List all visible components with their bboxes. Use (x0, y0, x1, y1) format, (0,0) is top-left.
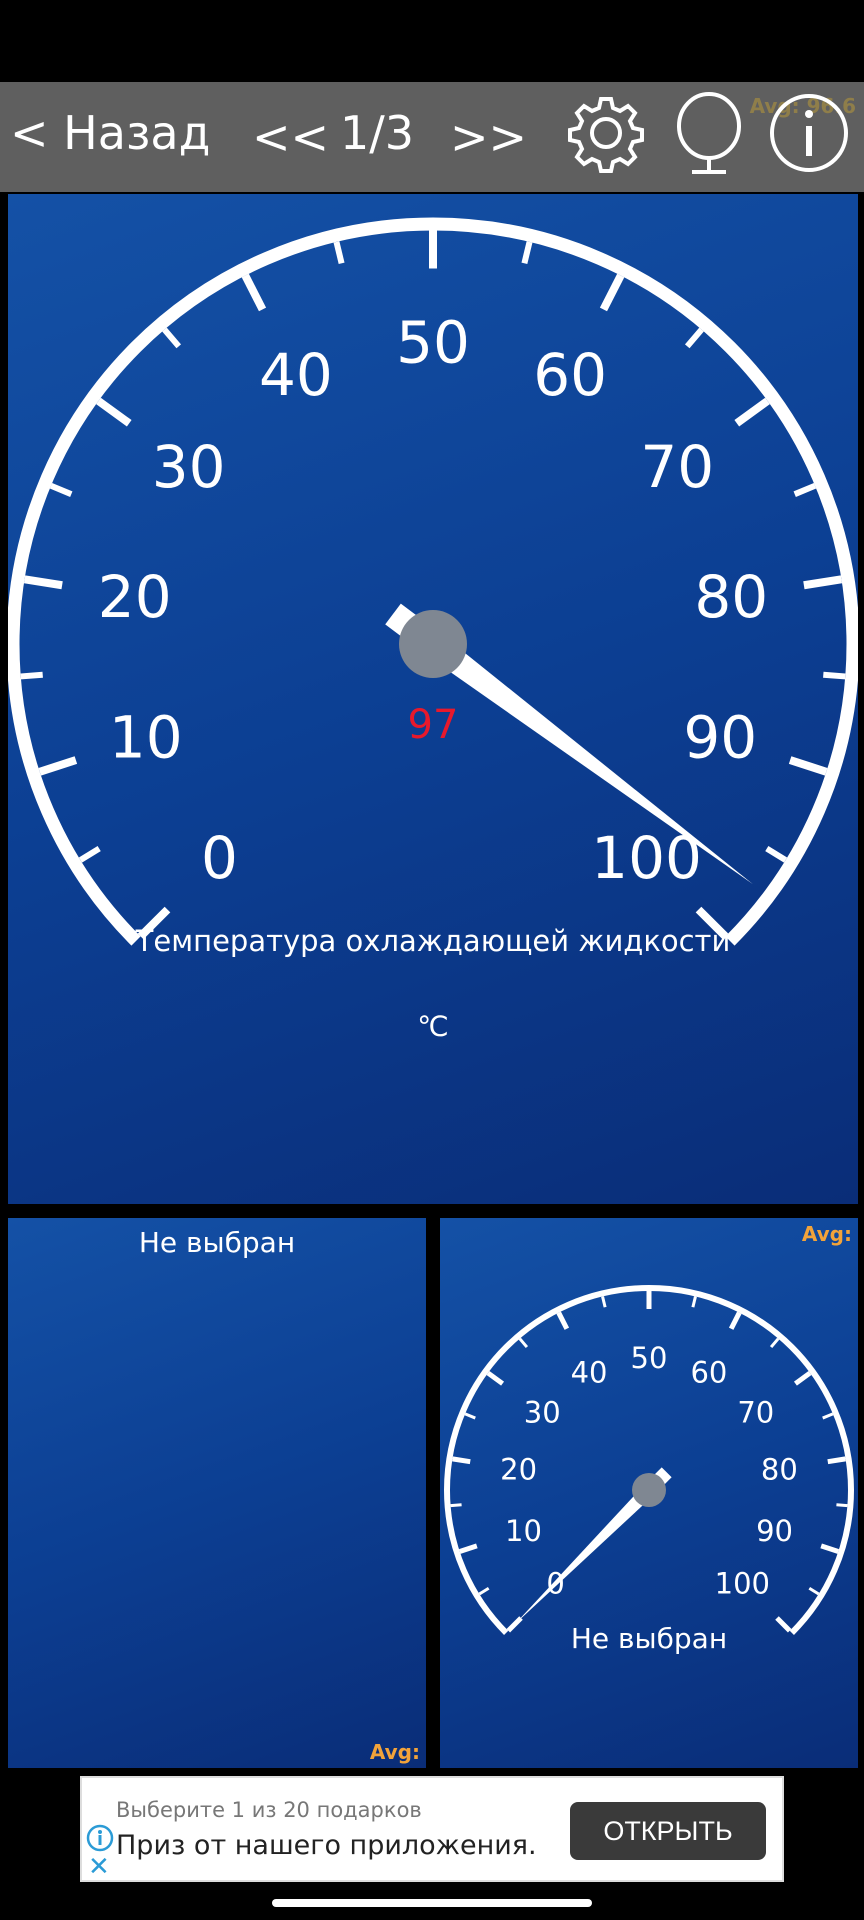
gauge-tick (162, 327, 182, 349)
gauge-tick (691, 1296, 697, 1308)
gauge-tick (452, 1456, 471, 1465)
gauge-tick (450, 1503, 462, 1508)
info-icon[interactable] (768, 92, 850, 174)
microphone-icon[interactable] (668, 92, 750, 182)
gauge-tick (734, 397, 770, 427)
gauge-tick (556, 1311, 570, 1330)
gauge-tick-label: 20 (500, 1453, 537, 1487)
gauge-value: 97 (407, 702, 459, 748)
gauge-tick-label: 20 (98, 563, 172, 631)
gauge-tick (788, 756, 828, 776)
gauge-tick (23, 575, 63, 590)
gauge-tick (599, 273, 625, 312)
gauge-tick (333, 241, 345, 265)
empty-sensor-panel[interactable]: Не выбран Avg: (8, 1218, 426, 1768)
gauge-tick (765, 846, 788, 863)
ad-open-button[interactable]: ОТКРЫТЬ (570, 1802, 766, 1860)
gauge-tick-label: 80 (761, 1453, 798, 1487)
small-gauge-title: Не выбран (570, 1622, 728, 1655)
gauge-tick-label: 30 (152, 433, 226, 501)
gauge-tick (820, 1543, 840, 1554)
small-gauge: 0102030405060708090100 (444, 1285, 854, 1635)
gauge-unit: ℃ (417, 1010, 449, 1043)
panel-title: Не выбран (138, 1226, 296, 1259)
coolant-temperature-panel[interactable]: 0 10 20 30 40 50 60 70 80 90 100 97 Температура ох… (8, 194, 858, 1204)
gauge-tick-label: 70 (640, 433, 714, 501)
gauge-tick-label: 30 (524, 1396, 561, 1430)
back-button[interactable]: < Назад (10, 110, 210, 156)
gauge-tick (684, 327, 704, 349)
gauge-tick-label: 40 (571, 1356, 608, 1390)
page-indicator: 1/3 (340, 106, 415, 160)
top-toolbar: < Назад << 1/3 >> Avg: 96.6 (0, 82, 864, 192)
gauge-tick-label: 50 (631, 1341, 668, 1375)
gauge-tick (96, 397, 132, 427)
ad-title: Выберите 1 из 20 подарков (116, 1798, 422, 1822)
gauge-needle-hub (399, 610, 467, 678)
gauge-tick-label: 40 (259, 341, 333, 409)
gauge-tick (822, 1412, 834, 1420)
gauge-tick-label: 80 (694, 563, 768, 631)
gauge-tick (823, 671, 846, 680)
ad-info-icon[interactable] (86, 1824, 114, 1852)
next-page-button[interactable]: >> (450, 114, 527, 160)
gauge-tick (793, 1371, 812, 1386)
gauge-tick-label: 90 (756, 1514, 793, 1548)
gauge-tick (836, 1503, 848, 1508)
ad-close-icon[interactable]: ✕ (88, 1854, 110, 1880)
coolant-temperature-gauge: 010203040 50 60708090100 (8, 217, 858, 946)
gauge-tick (518, 1337, 529, 1349)
gauge-title: Температура охлаждающей жидкости (135, 924, 731, 958)
ad-text: Приз от нашего приложения. (116, 1830, 537, 1861)
avg-label: Avg: (369, 1740, 420, 1764)
gauge-tick (728, 1311, 742, 1330)
gauge-tick (486, 1371, 505, 1386)
prev-page-button[interactable]: << (252, 114, 329, 160)
gauge-tick (78, 846, 101, 863)
gauge-tick-label: 70 (737, 1396, 774, 1430)
ad-banner[interactable]: ✕ Выберите 1 из 20 подарков Приз от наше… (80, 1776, 784, 1882)
gauge-tick (49, 482, 73, 497)
gauge-tick (803, 575, 843, 590)
gauge-tick-label: 0 (201, 824, 238, 892)
gauge-tick-label: 60 (690, 1356, 727, 1390)
gauge-tick (769, 1337, 780, 1349)
gauge-tick (793, 482, 817, 497)
gauge-needle-hub (632, 1473, 666, 1507)
gauge-tick (241, 273, 267, 312)
gauge-tick (38, 756, 78, 776)
home-indicator[interactable] (272, 1899, 592, 1907)
gauge-tick-label: 100 (715, 1566, 770, 1600)
gauge-tick (808, 1586, 820, 1596)
gauge-tick (458, 1543, 478, 1554)
gauge-tick (478, 1586, 490, 1596)
gauge-tick (521, 241, 533, 265)
small-gauge-panel[interactable]: Avg: 0102030405060708090100 Не выбран (440, 1218, 858, 1768)
gauge-tick-label: 50 (396, 308, 470, 376)
gauge-tick-label: 10 (505, 1514, 542, 1548)
gauge-tick (20, 671, 43, 680)
gear-icon[interactable] (565, 92, 647, 174)
gauge-tick (464, 1412, 476, 1420)
gauge-tick-label: 60 (533, 341, 607, 409)
gauge-tick (827, 1456, 846, 1465)
gauge-tick (601, 1296, 607, 1308)
